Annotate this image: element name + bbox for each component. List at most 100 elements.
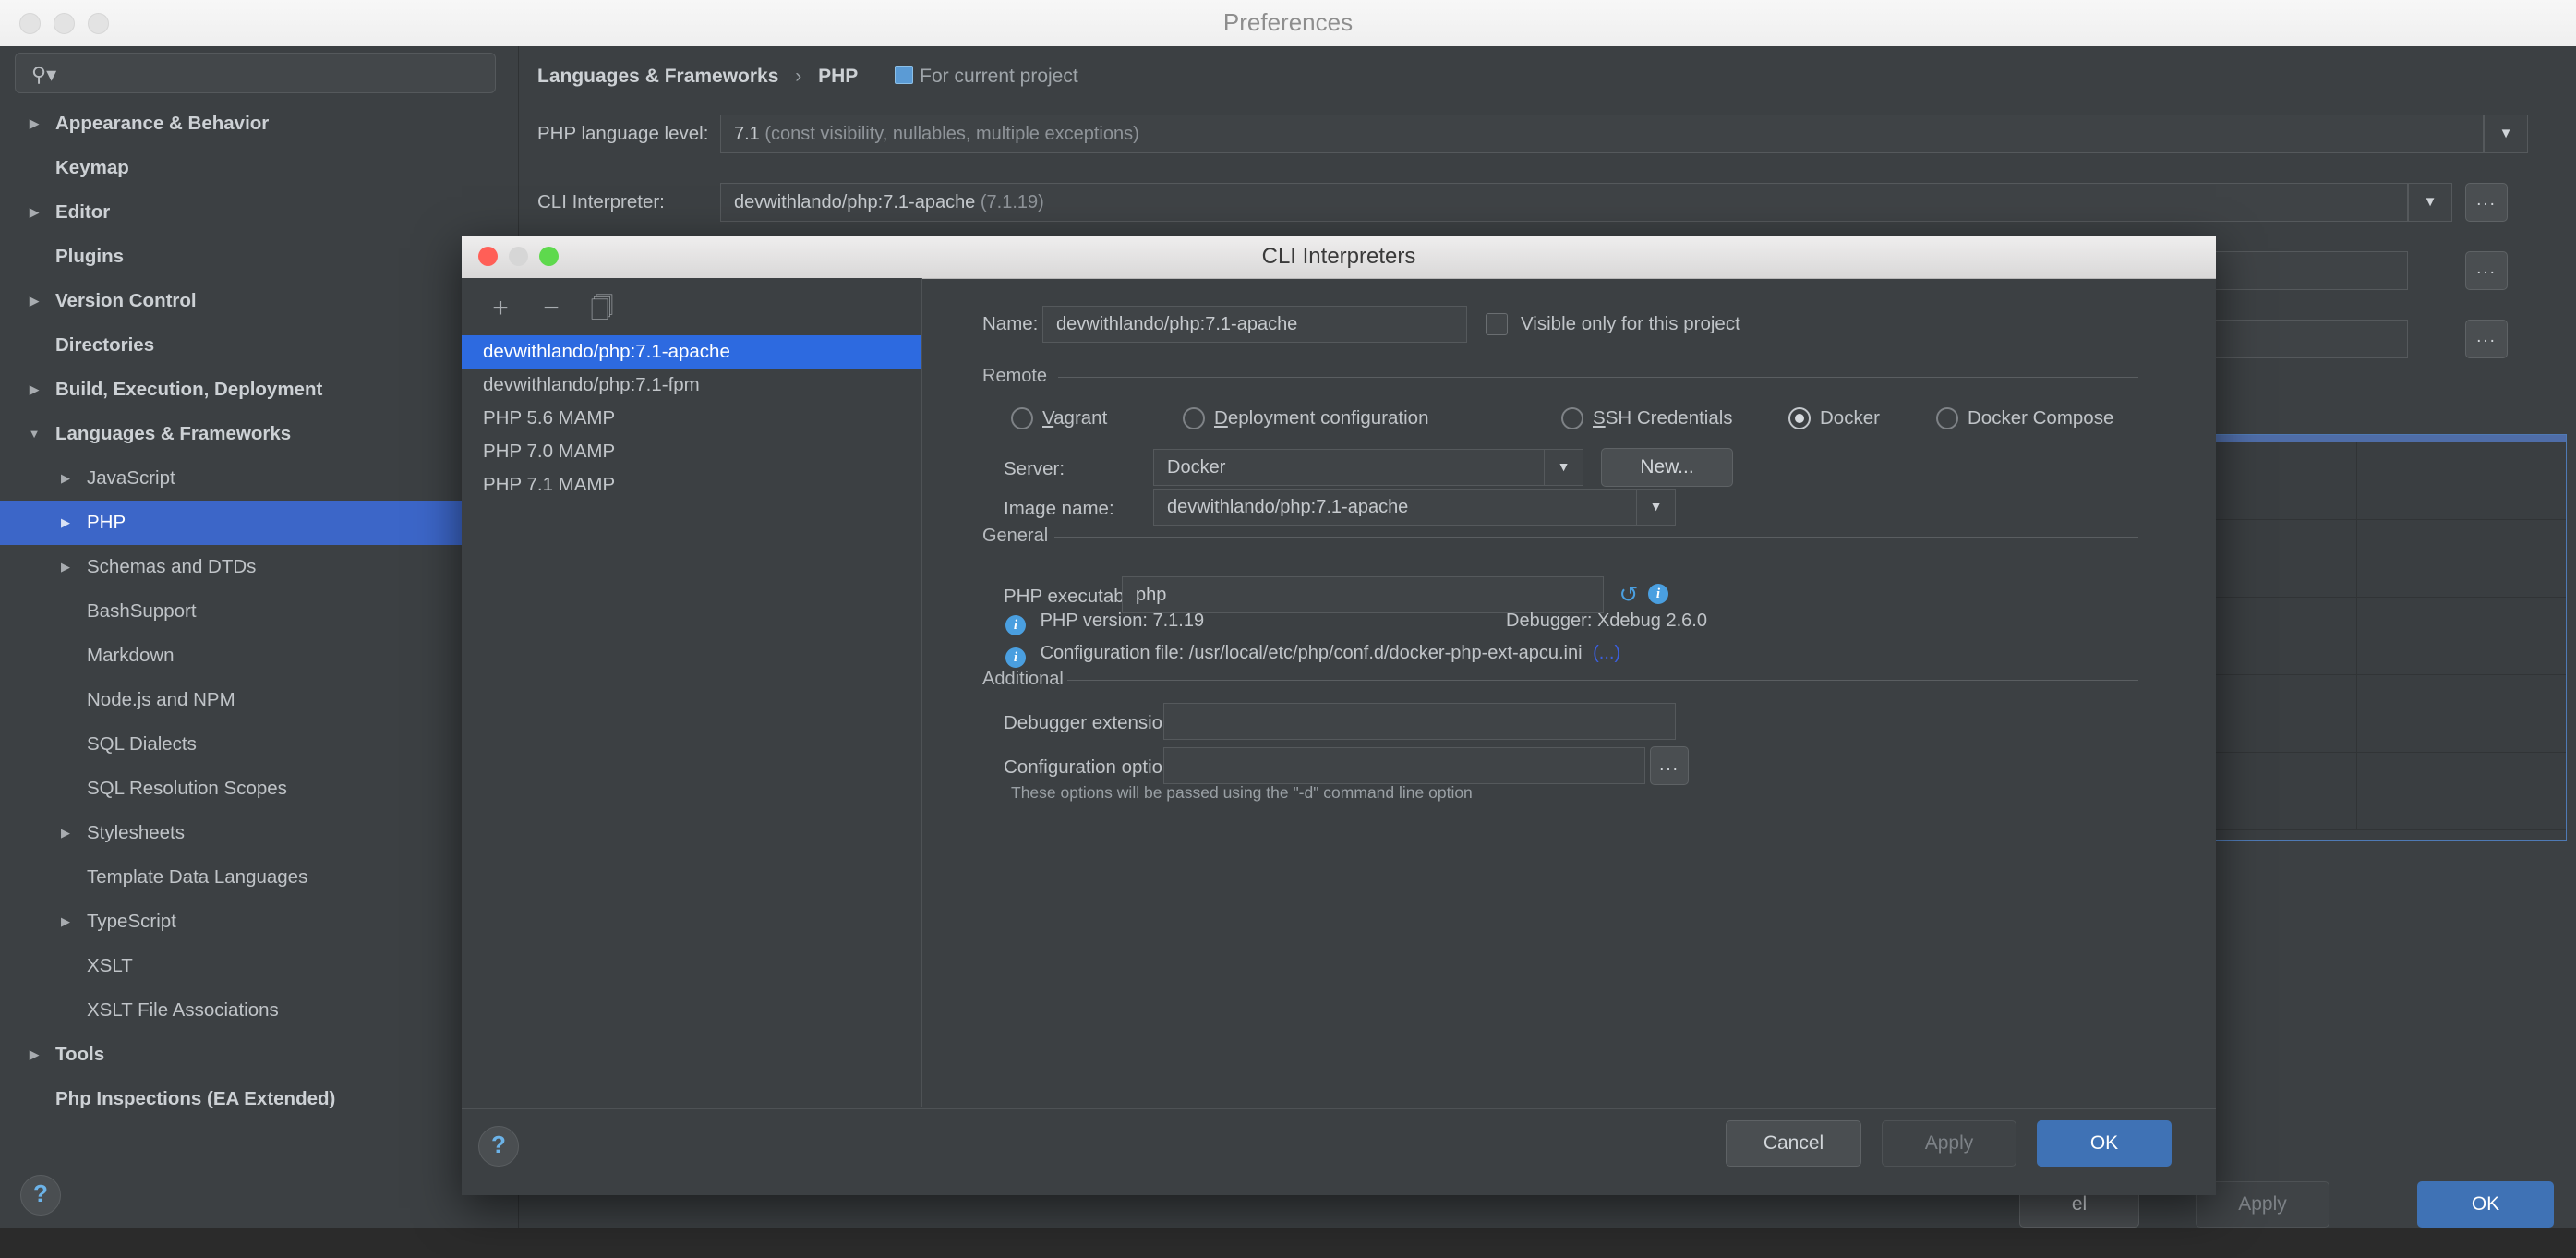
configuration-file-more-link[interactable]: (...) [1593,643,1620,663]
radio-label: SSH Credentials [1593,407,1733,429]
radio-label: Vagrant [1042,407,1108,429]
breadcrumb-current: PHP [818,66,859,87]
configuration-options-input[interactable] [1163,747,1645,784]
breadcrumb-parent[interactable]: Languages & Frameworks [537,66,778,87]
additional-section-divider [1067,680,2138,681]
php-executable-info-icon[interactable]: i [1648,583,1668,604]
cli-dialog-title: CLI Interpreters [1261,244,1416,269]
sidebar-item-build-execution-deployment[interactable]: ▶ Build, Execution, Deployment [0,368,518,412]
server-combo-value[interactable]: Docker [1153,449,1545,486]
radio-button-icon[interactable] [1011,407,1033,429]
sidebar-item-appearance-behavior[interactable]: ▶ Appearance & Behavior [0,102,518,146]
search-box[interactable]: ⚲▾ [15,53,496,94]
configuration-options-browse-button[interactable]: ... [1650,746,1689,785]
list-item[interactable]: PHP 5.6 MAMP [462,402,921,435]
sidebar-item-version-control[interactable]: ▶ Version Control [0,279,518,323]
sidebar-item-template-data-languages[interactable]: Template Data Languages [0,855,518,900]
ok-button[interactable]: OK [2037,1120,2172,1167]
sidebar-item-javascript[interactable]: ▶ JavaScript [0,456,518,501]
debugger-extension-input[interactable] [1163,703,1676,740]
cli-interpreter-dropdown-arrow[interactable]: ▼ [2408,183,2452,222]
sidebar-item-plugins[interactable]: Plugins [0,235,518,279]
php-language-level-detail: (const visibility, nullables, multiple e… [764,124,1139,144]
remote-section-title: Remote [982,366,1048,386]
sidebar-item-label: Directories [55,334,155,356]
image-name-label: Image name: [1004,498,1114,519]
sidebar-item-stylesheets[interactable]: ▶ Stylesheets [0,811,518,855]
image-name-combo-value[interactable]: devwithlando/php:7.1-apache [1153,489,1637,526]
project-scope: For current project [895,66,1078,87]
new-server-button[interactable]: New... [1601,448,1733,487]
sidebar-item-php[interactable]: ▶ PHP [0,501,518,545]
sidebar-item-languages-frameworks[interactable]: ▼ Languages & Frameworks [0,412,518,456]
radio-docker[interactable]: Docker [1788,400,1936,437]
configuration-options-label: Configuration options: [1004,756,1188,778]
cli-dialog-bottom-bar: ? Cancel Apply OK [462,1108,2216,1196]
chevron-right-icon[interactable]: ▶ [54,545,78,589]
image-name-dropdown-arrow[interactable]: ▼ [1637,489,1676,526]
chevron-right-icon[interactable]: ▶ [54,900,78,944]
sidebar-item-node-js-and-npm[interactable]: Node.js and NPM [0,678,518,722]
visible-only-checkbox[interactable] [1486,313,1508,335]
sidebar-item-keymap[interactable]: Keymap [0,146,518,190]
cli-interpreter-browse-button[interactable]: ... [2465,183,2508,222]
chevron-right-icon[interactable]: ▶ [22,190,46,235]
radio-deployment-configuration[interactable]: Deployment configuration [1183,400,1561,437]
visible-only-label: Visible only for this project [1521,313,1740,334]
cli-interpreter-value: devwithlando/php:7.1-apache [734,192,976,212]
remove-interpreter-button[interactable]: − [533,291,570,328]
obscured-browse-button-2[interactable]: ... [2465,320,2508,358]
server-dropdown-arrow[interactable]: ▼ [1545,449,1583,486]
php-language-level-dropdown-arrow[interactable]: ▼ [2484,115,2528,153]
copy-icon[interactable]: 🗍 [584,291,620,328]
list-item[interactable]: PHP 7.1 MAMP [462,468,921,502]
chevron-down-icon[interactable]: ▼ [22,412,46,456]
sidebar-item-sql-dialects[interactable]: SQL Dialects [0,722,518,767]
php-language-level-field[interactable]: 7.1 (const visibility, nullables, multip… [720,115,2484,153]
cancel-button[interactable]: Cancel [1726,1120,1861,1167]
search-input[interactable] [67,54,487,94]
sidebar-item-sql-resolution-scopes[interactable]: SQL Resolution Scopes [0,767,518,811]
sidebar-item-xslt[interactable]: XSLT [0,944,518,988]
chevron-right-icon[interactable]: ▶ [22,279,46,323]
radio-button-icon[interactable] [1561,407,1583,429]
sidebar-item-php-inspections-ea-extended[interactable]: Php Inspections (EA Extended) [0,1077,518,1121]
sidebar-item-typescript[interactable]: ▶ TypeScript [0,900,518,944]
name-input[interactable]: devwithlando/php:7.1-apache [1042,306,1467,343]
help-button[interactable]: ? [20,1175,61,1216]
radio-button-icon[interactable] [1183,407,1205,429]
sidebar-item-directories[interactable]: Directories [0,323,518,368]
php-version-text: PHP version: 7.1.19 [1040,611,1205,631]
cli-interpreter-field[interactable]: devwithlando/php:7.1-apache (7.1.19) [720,183,2408,222]
chevron-right-icon[interactable]: ▶ [22,368,46,412]
list-item[interactable]: devwithlando/php:7.1-apache [462,335,921,369]
configuration-file-note: i Configuration file: /usr/local/etc/php… [1005,640,1620,668]
sidebar-item-editor[interactable]: ▶ Editor [0,190,518,235]
radio-docker-compose[interactable]: Docker Compose [1936,400,2167,437]
radio-ssh-credentials[interactable]: SSH Credentials [1561,400,1788,437]
settings-tree: ▶ Appearance & Behavior Keymap ▶ Editor Plugi… [0,102,518,1121]
radio-label: Docker Compose [1968,407,2114,429]
chevron-right-icon[interactable]: ▶ [54,811,78,855]
sidebar-item-bashsupport[interactable]: BashSupport [0,589,518,634]
chevron-right-icon[interactable]: ▶ [54,501,78,545]
list-item[interactable]: devwithlando/php:7.1-fpm [462,369,921,402]
sidebar-item-schemas-and-dtds[interactable]: ▶ Schemas and DTDs [0,545,518,589]
add-interpreter-button[interactable]: + [482,291,519,328]
help-button[interactable]: ? [478,1126,519,1167]
refresh-icon[interactable]: ↺ [1617,583,1641,607]
interpreter-list: devwithlando/php:7.1-apache devwithlando/… [462,335,921,502]
chevron-right-icon[interactable]: ▶ [22,1033,46,1077]
apply-button[interactable]: Apply [1882,1120,2016,1167]
radio-vagrant[interactable]: Vagrant [1011,400,1183,437]
sidebar-item-markdown[interactable]: Markdown [0,634,518,678]
radio-button-icon[interactable] [1788,407,1811,429]
sidebar-item-xslt-file-associations[interactable]: XSLT File Associations [0,988,518,1033]
list-item[interactable]: PHP 7.0 MAMP [462,435,921,468]
ok-button[interactable]: OK [2417,1181,2554,1228]
chevron-right-icon[interactable]: ▶ [54,456,78,501]
sidebar-item-tools[interactable]: ▶ Tools [0,1033,518,1077]
obscured-browse-button-1[interactable]: ... [2465,251,2508,290]
radio-button-icon[interactable] [1936,407,1958,429]
chevron-right-icon[interactable]: ▶ [22,102,46,146]
